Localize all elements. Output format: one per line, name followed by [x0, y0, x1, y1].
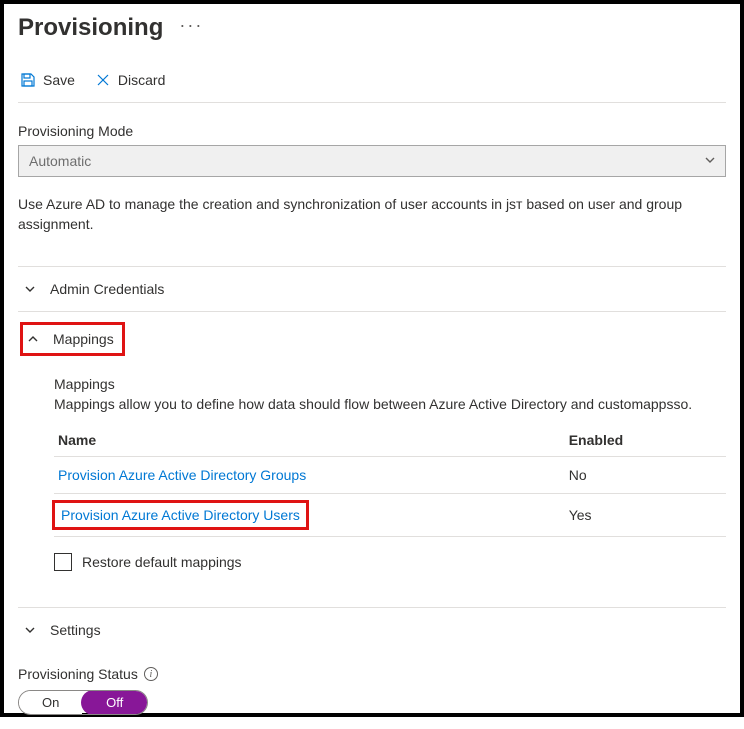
mode-label: Provisioning Mode — [18, 123, 726, 139]
toggle-off[interactable]: Off — [81, 690, 148, 715]
chevron-down-icon — [24, 283, 36, 295]
more-icon[interactable]: ··· — [179, 16, 203, 40]
save-button[interactable]: Save — [20, 72, 75, 88]
discard-button[interactable]: Discard — [95, 72, 165, 88]
mode-select[interactable] — [18, 145, 726, 177]
section-mappings-title: Mappings — [53, 331, 114, 347]
restore-mappings-row: Restore default mappings — [54, 553, 726, 571]
toggle-on[interactable]: On — [19, 691, 82, 714]
mappings-table: Name Enabled Provision Azure Active Dire… — [54, 424, 726, 537]
enabled-value: No — [565, 457, 726, 494]
status-label: Provisioning Status — [18, 666, 138, 682]
table-row: Provision Azure Active Directory Groups … — [54, 457, 726, 494]
col-enabled: Enabled — [565, 424, 726, 457]
discard-label: Discard — [118, 72, 165, 88]
section-settings: Settings — [18, 607, 726, 652]
restore-mappings-label: Restore default mappings — [82, 554, 242, 570]
section-admin-credentials: Admin Credentials — [18, 266, 726, 311]
section-mappings-header[interactable]: Mappings — [20, 322, 125, 356]
section-admin-header[interactable]: Admin Credentials — [18, 267, 726, 311]
close-icon — [95, 72, 111, 88]
enabled-value: Yes — [565, 494, 726, 537]
mapping-link-users[interactable]: Provision Azure Active Directory Users — [61, 507, 300, 523]
status-row: Provisioning Status i — [18, 666, 726, 682]
section-settings-header[interactable]: Settings — [18, 608, 726, 652]
save-label: Save — [43, 72, 75, 88]
col-name: Name — [54, 424, 565, 457]
chevron-down-icon — [24, 624, 36, 636]
mappings-description: Mappings allow you to define how data sh… — [54, 396, 726, 412]
section-settings-title: Settings — [50, 622, 101, 638]
restore-mappings-checkbox[interactable] — [54, 553, 72, 571]
status-toggle[interactable]: On Off — [18, 690, 148, 715]
toolbar: Save Discard — [18, 66, 726, 103]
page-header: Provisioning ··· — [18, 14, 726, 42]
info-icon[interactable]: i — [144, 667, 158, 681]
mappings-content: Mappings Mappings allow you to define ho… — [18, 366, 726, 591]
section-mappings: Mappings Mappings Mappings allow you to … — [18, 311, 726, 591]
section-admin-title: Admin Credentials — [50, 281, 164, 297]
page-title: Provisioning — [18, 14, 163, 42]
mode-select-wrap — [18, 145, 726, 177]
mode-description: Use Azure AD to manage the creation and … — [18, 195, 726, 234]
mapping-link-groups[interactable]: Provision Azure Active Directory Groups — [58, 467, 306, 483]
chevron-up-icon — [27, 333, 39, 345]
save-icon — [20, 72, 36, 88]
table-row: Provision Azure Active Directory Users Y… — [54, 494, 726, 537]
mappings-heading: Mappings — [54, 376, 726, 392]
